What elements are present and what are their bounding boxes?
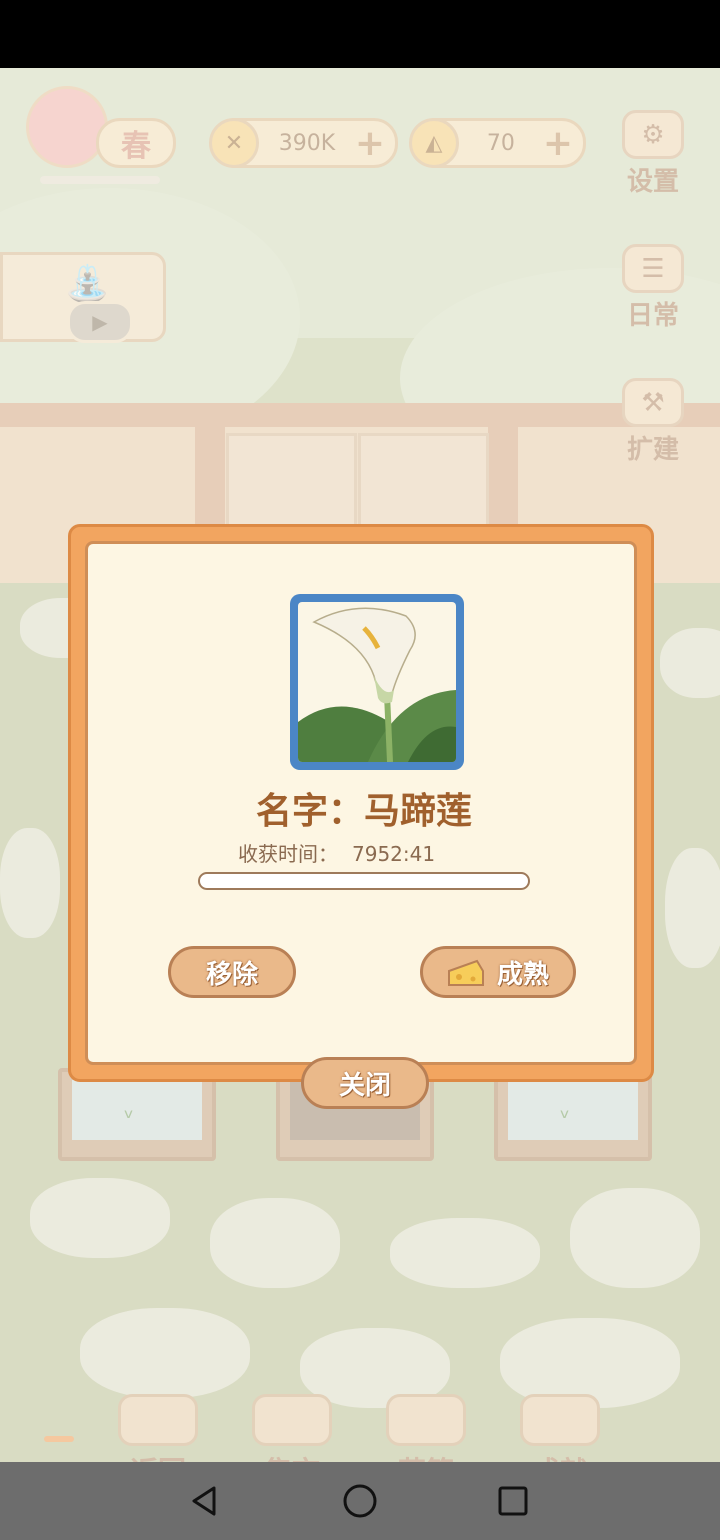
remove-button[interactable]: 移除 bbox=[168, 946, 296, 998]
dialog-panel: 名字：马蹄莲 收获时间： 7952:41 移除 成熟 bbox=[85, 541, 637, 1065]
harvest-time: 收获时间： 7952:41 bbox=[238, 838, 435, 867]
system-nav-bar bbox=[0, 1462, 720, 1540]
cheese-icon bbox=[447, 959, 484, 986]
name-value: 马蹄莲 bbox=[364, 791, 473, 832]
remove-label: 移除 bbox=[205, 959, 258, 990]
status-bar bbox=[0, 0, 720, 68]
nav-back-button[interactable] bbox=[180, 1476, 230, 1526]
back-triangle-icon bbox=[192, 1486, 216, 1516]
plant-image-frame bbox=[290, 594, 464, 770]
growth-progress-bar bbox=[198, 872, 530, 890]
plant-info-dialog: 名字：马蹄莲 收获时间： 7952:41 移除 成熟 关闭 bbox=[68, 524, 654, 1109]
plant-name: 名字：马蹄莲 bbox=[88, 782, 640, 834]
nav-home-button[interactable] bbox=[335, 1476, 385, 1526]
harvest-time-value: 7952:41 bbox=[352, 842, 436, 866]
recent-square-icon bbox=[498, 1486, 528, 1516]
nav-recents-button[interactable] bbox=[488, 1476, 538, 1526]
ripen-label: 成熟 bbox=[496, 959, 549, 990]
ripen-button[interactable]: 成熟 bbox=[420, 946, 576, 998]
home-circle-icon bbox=[343, 1484, 377, 1518]
close-button[interactable]: 关闭 bbox=[301, 1057, 429, 1109]
calla-lily-image bbox=[298, 602, 456, 762]
harvest-time-label: 收获时间： bbox=[238, 842, 338, 866]
name-label: 名字： bbox=[255, 791, 364, 832]
close-label: 关闭 bbox=[338, 1070, 391, 1101]
